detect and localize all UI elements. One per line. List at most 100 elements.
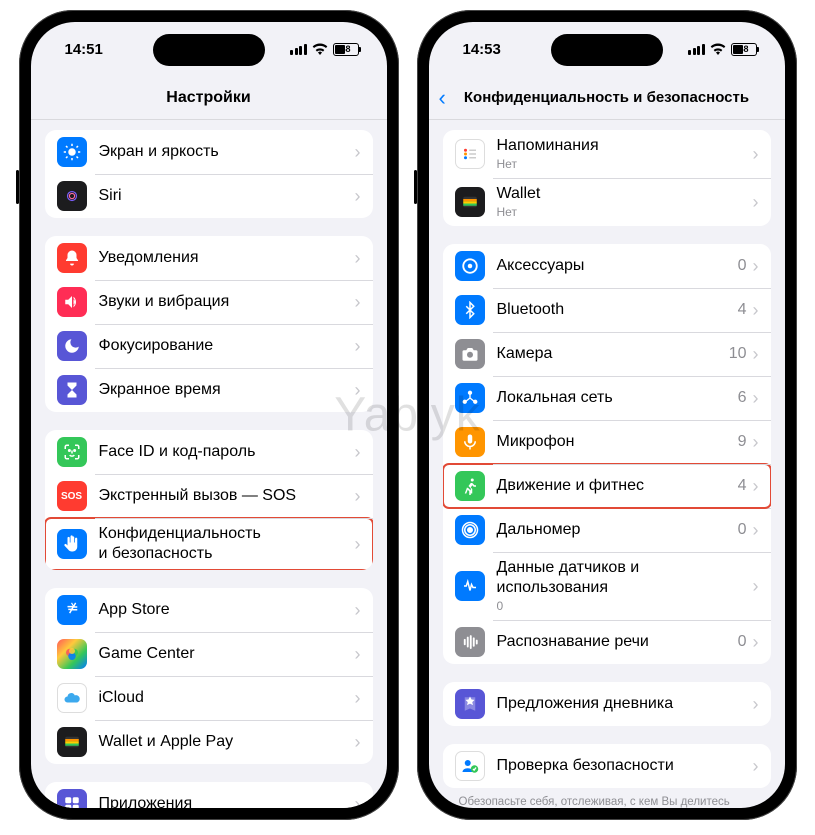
row-label: Звуки и вибрация	[99, 292, 355, 312]
chevron-right-icon: ›	[753, 577, 759, 595]
settings-group: Уведомления›Звуки и вибрация›Фокусирован…	[45, 236, 373, 412]
settings-row[interactable]: Wallet и Apple Pay›	[45, 720, 373, 764]
journal-icon	[455, 689, 485, 719]
row-label: iCloud	[99, 688, 355, 708]
wifi-icon	[312, 43, 328, 55]
row-label: Уведомления	[99, 248, 355, 268]
battery-icon: 48	[731, 43, 757, 56]
row-label: Движение и фитнес	[497, 476, 738, 496]
nearby-icon	[455, 515, 485, 545]
cellular-icon	[688, 44, 705, 55]
row-detail: 6	[738, 389, 747, 407]
settings-row[interactable]: Аксессуары0›	[443, 244, 771, 288]
camera-icon	[455, 339, 485, 369]
chevron-right-icon: ›	[753, 389, 759, 407]
hourglass-icon	[57, 375, 87, 405]
row-label: Камера	[497, 344, 729, 364]
settings-row[interactable]: SOSЭкстренный вызов — SOS›	[45, 474, 373, 518]
settings-row[interactable]: Приложения›	[45, 782, 373, 808]
chevron-right-icon: ›	[753, 757, 759, 775]
row-detail: 0	[738, 521, 747, 539]
row-label: Данные датчиков и использования0	[497, 558, 753, 614]
settings-group: Приложения›	[45, 782, 373, 808]
row-detail: 9	[738, 433, 747, 451]
faceid-icon	[57, 437, 87, 467]
settings-row[interactable]: Экран и яркость›	[45, 130, 373, 174]
phone-left: 14:51 48 Настройки Экран и яркость›Siri›…	[19, 10, 399, 820]
settings-row[interactable]: Предложения дневника›	[443, 682, 771, 726]
settings-row[interactable]: Локальная сеть6›	[443, 376, 771, 420]
battery-icon: 48	[333, 43, 359, 56]
chevron-right-icon: ›	[355, 689, 361, 707]
row-label: Микрофон	[497, 432, 738, 452]
settings-row[interactable]: Движение и фитнес4›	[443, 464, 771, 508]
row-label: Предложения дневника	[497, 694, 753, 714]
settings-group: Проверка безопасности›	[443, 744, 771, 788]
bluetooth-icon	[455, 295, 485, 325]
settings-row[interactable]: Звуки и вибрация›	[45, 280, 373, 324]
back-button[interactable]: ‹	[439, 87, 446, 109]
settings-row[interactable]: Данные датчиков и использования0›	[443, 552, 771, 620]
row-subtitle: Нет	[497, 205, 753, 220]
mic-icon	[455, 427, 485, 457]
chevron-right-icon: ›	[753, 521, 759, 539]
settings-row[interactable]: Дальномер0›	[443, 508, 771, 552]
settings-row[interactable]: Фокусирование›	[45, 324, 373, 368]
page-title: Конфиденциальность и безопасность	[464, 89, 749, 106]
nav-header: Настройки	[31, 76, 387, 120]
row-detail: 10	[729, 345, 747, 363]
settings-row[interactable]: Bluetooth4›	[443, 288, 771, 332]
chevron-right-icon: ›	[753, 477, 759, 495]
settings-row[interactable]: Распознавание речи0›	[443, 620, 771, 664]
row-label: App Store	[99, 600, 355, 620]
wallet-icon	[455, 187, 485, 217]
settings-group: App Store›Game Center›iCloud›Wallet и Ap…	[45, 588, 373, 764]
chevron-left-icon: ‹	[439, 87, 446, 109]
row-subtitle: Нет	[497, 157, 753, 172]
siri-icon	[57, 181, 87, 211]
sos-icon: SOS	[57, 481, 87, 511]
settings-row[interactable]: Конфиденциальностьи безопасность›	[45, 518, 373, 570]
settings-row[interactable]: Siri›	[45, 174, 373, 218]
settings-row[interactable]: НапоминанияНет›	[443, 130, 771, 178]
row-label: Face ID и код-пароль	[99, 442, 355, 462]
row-label: WalletНет	[497, 184, 753, 220]
dynamic-island	[153, 34, 265, 66]
row-label: Проверка безопасности	[497, 756, 753, 776]
settings-group: НапоминанияНет›WalletНет›	[443, 130, 771, 226]
settings-row[interactable]: Камера10 ›	[443, 332, 771, 376]
chevron-right-icon: ›	[355, 381, 361, 399]
row-label: Экран и яркость	[99, 142, 355, 162]
settings-row[interactable]: Уведомления›	[45, 236, 373, 280]
safety-icon	[455, 751, 485, 781]
settings-row[interactable]: WalletНет›	[443, 178, 771, 226]
status-time: 14:51	[65, 41, 103, 58]
settings-row[interactable]: iCloud›	[45, 676, 373, 720]
status-time: 14:53	[463, 41, 501, 58]
settings-row[interactable]: Face ID и код-пароль›	[45, 430, 373, 474]
row-label: Экранное время	[99, 380, 355, 400]
chevron-right-icon: ›	[355, 443, 361, 461]
row-label: Siri	[99, 186, 355, 206]
row-label: Аксессуары	[497, 256, 738, 276]
chevron-right-icon: ›	[753, 695, 759, 713]
chevron-right-icon: ›	[355, 487, 361, 505]
speech-icon	[455, 627, 485, 657]
chevron-right-icon: ›	[753, 257, 759, 275]
chevron-right-icon: ›	[753, 345, 759, 363]
settings-list[interactable]: Экран и яркость›Siri›Уведомления›Звуки и…	[31, 120, 387, 808]
settings-group: Face ID и код-пароль›SOSЭкстренный вызов…	[45, 430, 373, 570]
settings-row[interactable]: Экранное время›	[45, 368, 373, 412]
settings-row[interactable]: Микрофон9›	[443, 420, 771, 464]
settings-row[interactable]: Проверка безопасности›	[443, 744, 771, 788]
chevron-right-icon: ›	[753, 193, 759, 211]
chevron-right-icon: ›	[355, 293, 361, 311]
settings-row[interactable]: Game Center›	[45, 632, 373, 676]
chevron-right-icon: ›	[355, 337, 361, 355]
chevron-right-icon: ›	[355, 645, 361, 663]
apps-icon	[57, 789, 87, 808]
settings-row[interactable]: App Store›	[45, 588, 373, 632]
chevron-right-icon: ›	[355, 187, 361, 205]
group-footer: Обезопасьте себя, отслеживая, с кем Вы д…	[443, 788, 771, 808]
privacy-list[interactable]: НапоминанияНет›WalletНет›Аксессуары0›Blu…	[429, 120, 785, 808]
